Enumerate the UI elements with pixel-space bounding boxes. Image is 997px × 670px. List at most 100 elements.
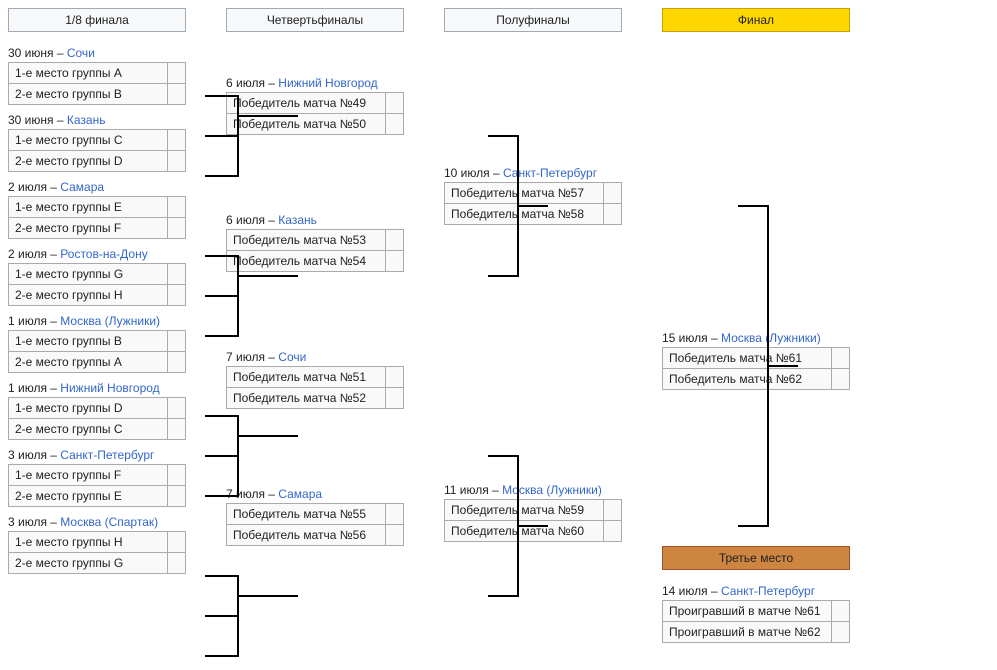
score-cell	[604, 182, 622, 204]
r16-match: 2 июля – Ростов-на-Дону 1-е место группы…	[8, 245, 186, 306]
score-cell	[168, 553, 186, 574]
team-cell: Победитель матча №52	[226, 388, 386, 409]
score-cell	[832, 622, 850, 643]
score-cell	[604, 204, 622, 225]
score-cell	[168, 218, 186, 239]
team-cell: 2-е место группы D	[8, 151, 168, 172]
header-qf: Четвертьфиналы	[226, 8, 404, 32]
city-link[interactable]: Москва (Лужники)	[502, 483, 602, 497]
team-cell: Проигравший в матче №62	[662, 622, 832, 643]
score-cell	[386, 251, 404, 272]
team-cell: Победитель матча №55	[226, 503, 386, 525]
team-cell: Победитель матча №54	[226, 251, 386, 272]
match-date: 11 июля – Москва (Лужники)	[444, 481, 622, 499]
city-link[interactable]: Ростов-на-Дону	[60, 247, 147, 261]
team-cell: Проигравший в матче №61	[662, 600, 832, 622]
third-place-match: 14 июля – Санкт-Петербург Проигравший в …	[662, 582, 850, 643]
city-link[interactable]: Казань	[67, 113, 106, 127]
city-link[interactable]: Нижний Новгород	[278, 76, 377, 90]
city-link[interactable]: Москва (Лужники)	[721, 331, 821, 345]
header-r16: 1/8 финала	[8, 8, 186, 32]
match-date: 2 июля – Ростов-на-Дону	[8, 245, 186, 263]
score-cell	[386, 525, 404, 546]
city-link[interactable]: Санкт-Петербург	[721, 584, 815, 598]
r16-match: 1 июля – Нижний Новгород 1-е место групп…	[8, 379, 186, 440]
team-cell: 2-е место группы F	[8, 218, 168, 239]
city-link[interactable]: Санкт-Петербург	[503, 166, 597, 180]
header-final: Финал	[662, 8, 850, 32]
score-cell	[386, 388, 404, 409]
score-cell	[168, 263, 186, 285]
team-cell: 2-е место группы A	[8, 352, 168, 373]
r16-match: 1 июля – Москва (Лужники) 1-е место груп…	[8, 312, 186, 373]
match-date: 15 июля – Москва (Лужники)	[662, 329, 850, 347]
score-cell	[386, 92, 404, 114]
semifinals-column: Полуфиналы 10 июля – Санкт-Петербург Поб…	[444, 8, 622, 548]
team-cell: Победитель матча №49	[226, 92, 386, 114]
city-link[interactable]: Сочи	[278, 350, 306, 364]
score-cell	[832, 600, 850, 622]
team-cell: Победитель матча №60	[444, 521, 604, 542]
match-date: 7 июля – Сочи	[226, 348, 404, 366]
score-cell	[168, 397, 186, 419]
team-cell: 2-е место группы E	[8, 486, 168, 507]
team-cell: 1-е место группы E	[8, 196, 168, 218]
city-link[interactable]: Казань	[278, 213, 317, 227]
team-cell: 1-е место группы G	[8, 263, 168, 285]
score-cell	[168, 352, 186, 373]
score-cell	[168, 84, 186, 105]
team-cell: Победитель матча №57	[444, 182, 604, 204]
score-cell	[168, 129, 186, 151]
round-16-column: 1/8 финала 30 июня – Сочи 1-е место груп…	[8, 8, 186, 580]
score-cell	[386, 366, 404, 388]
team-cell: 2-е место группы H	[8, 285, 168, 306]
sf-match: 10 июля – Санкт-Петербург Победитель мат…	[444, 164, 622, 225]
score-cell	[386, 503, 404, 525]
match-date: 3 июля – Москва (Спартак)	[8, 513, 186, 531]
qf-match: 6 июля – Нижний Новгород Победитель матч…	[226, 74, 404, 135]
match-date: 1 июля – Нижний Новгород	[8, 379, 186, 397]
score-cell	[168, 285, 186, 306]
qf-match: 7 июля – Сочи Победитель матча №51 Побед…	[226, 348, 404, 409]
city-link[interactable]: Самара	[60, 180, 104, 194]
city-link[interactable]: Нижний Новгород	[60, 381, 159, 395]
team-cell: 1-е место группы F	[8, 464, 168, 486]
final-column: Финал 15 июля – Москва (Лужники) Победит…	[662, 8, 850, 649]
score-cell	[168, 62, 186, 84]
match-date: 2 июля – Самара	[8, 178, 186, 196]
team-cell: 1-е место группы A	[8, 62, 168, 84]
city-link[interactable]: Самара	[278, 487, 322, 501]
final-match: 15 июля – Москва (Лужники) Победитель ма…	[662, 329, 850, 390]
qf-match: 6 июля – Казань Победитель матча №53 Поб…	[226, 211, 404, 272]
team-cell: Победитель матча №58	[444, 204, 604, 225]
sf-match: 11 июля – Москва (Лужники) Победитель ма…	[444, 481, 622, 542]
team-cell: Победитель матча №62	[662, 369, 832, 390]
match-date: 7 июля – Самара	[226, 485, 404, 503]
match-date: 1 июля – Москва (Лужники)	[8, 312, 186, 330]
team-cell: 2-е место группы G	[8, 553, 168, 574]
team-cell: 1-е место группы D	[8, 397, 168, 419]
r16-match: 3 июля – Москва (Спартак) 1-е место груп…	[8, 513, 186, 574]
match-date: 30 июня – Казань	[8, 111, 186, 129]
team-cell: Победитель матча №50	[226, 114, 386, 135]
score-cell	[386, 229, 404, 251]
city-link[interactable]: Санкт-Петербург	[60, 448, 154, 462]
header-sf: Полуфиналы	[444, 8, 622, 32]
match-date: 3 июля – Санкт-Петербург	[8, 446, 186, 464]
team-cell: Победитель матча №59	[444, 499, 604, 521]
team-cell: 2-е место группы B	[8, 84, 168, 105]
match-date: 6 июля – Нижний Новгород	[226, 74, 404, 92]
city-link[interactable]: Москва (Спартак)	[60, 515, 158, 529]
team-cell: Победитель матча №61	[662, 347, 832, 369]
city-link[interactable]: Сочи	[67, 46, 95, 60]
r16-match: 2 июля – Самара 1-е место группы E 2-е м…	[8, 178, 186, 239]
score-cell	[604, 499, 622, 521]
match-date: 30 июня – Сочи	[8, 44, 186, 62]
r16-match: 3 июля – Санкт-Петербург 1-е место групп…	[8, 446, 186, 507]
match-date: 6 июля – Казань	[226, 211, 404, 229]
quarterfinals-column: Четвертьфиналы 6 июля – Нижний Новгород …	[226, 8, 404, 552]
city-link[interactable]: Москва (Лужники)	[60, 314, 160, 328]
match-date: 10 июля – Санкт-Петербург	[444, 164, 622, 182]
score-cell	[168, 330, 186, 352]
score-cell	[168, 196, 186, 218]
